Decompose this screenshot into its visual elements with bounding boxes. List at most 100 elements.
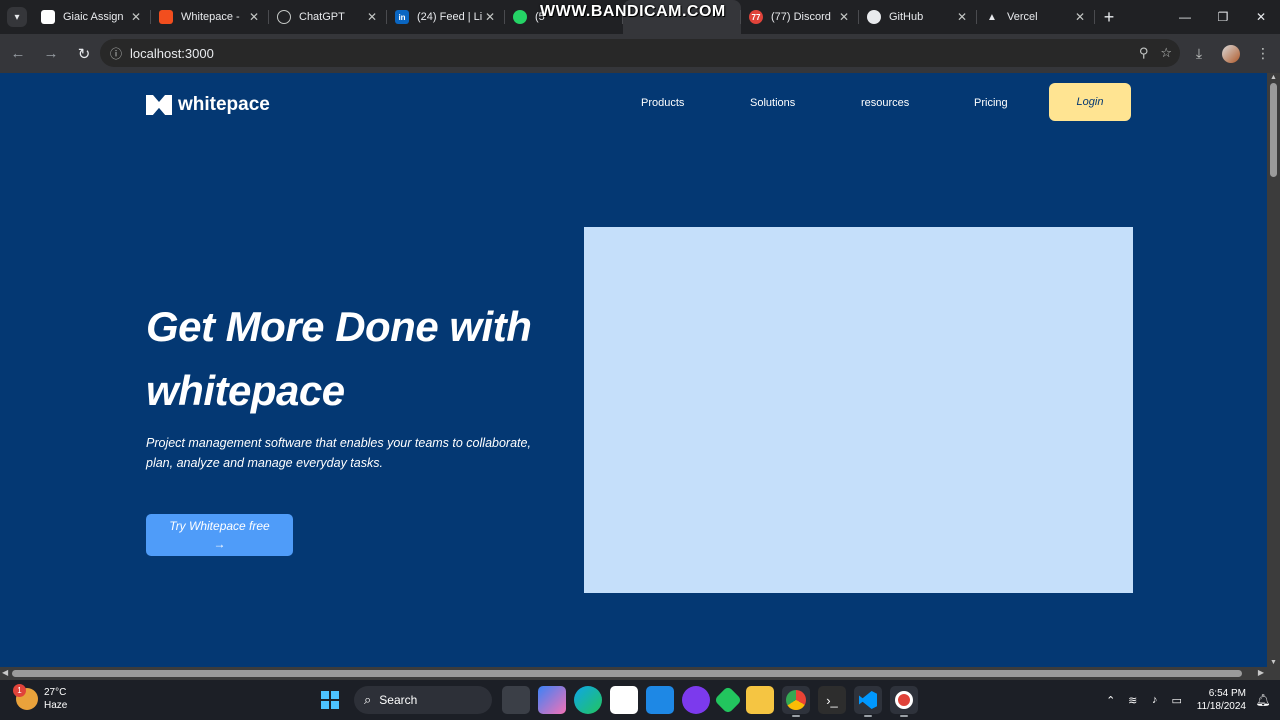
whitepace-logo-icon bbox=[146, 95, 172, 115]
profile-avatar-icon bbox=[1222, 44, 1240, 63]
whatsapp-favicon-icon bbox=[513, 10, 527, 24]
figma-favicon-icon bbox=[159, 10, 173, 24]
copilot-icon[interactable] bbox=[538, 686, 566, 714]
search-label: Search bbox=[379, 693, 418, 707]
browser-tab[interactable]: Giaic Assign ✕ bbox=[33, 0, 151, 34]
scroll-left-icon[interactable]: ◀ bbox=[2, 668, 8, 677]
chrome-icon[interactable] bbox=[782, 686, 810, 717]
vscode-icon[interactable] bbox=[854, 686, 882, 717]
battery-icon[interactable]: ▭ bbox=[1167, 694, 1187, 707]
github-favicon-icon bbox=[867, 10, 881, 24]
tab-title: Giaic Assign bbox=[63, 11, 124, 23]
browser-tab[interactable]: ▲ Vercel ✕ bbox=[977, 0, 1095, 34]
wifi-icon[interactable]: ≋ bbox=[1123, 694, 1143, 707]
menu-kebab-icon[interactable]: ⋮ bbox=[1248, 39, 1278, 69]
edge-icon[interactable] bbox=[574, 686, 602, 714]
try-free-button[interactable]: Try Whitepace free → bbox=[146, 514, 293, 556]
weather-condition: Haze bbox=[44, 700, 68, 711]
back-arrow-icon[interactable]: ← bbox=[3, 39, 33, 69]
window-controls: — ❐ ✕ bbox=[1166, 0, 1280, 34]
hero-subtitle: Project management software that enables… bbox=[146, 436, 531, 470]
vercel-favicon-icon: ▲ bbox=[987, 11, 997, 23]
system-tray: ⌃ ≋ ♪ ▭ 6:54 PM 11/18/2024 🔔︎ bbox=[1101, 680, 1280, 720]
brand-logo[interactable]: whitepace bbox=[146, 94, 270, 116]
minimize-icon[interactable]: — bbox=[1166, 0, 1204, 34]
windows-taskbar: 1 27°C Haze ⌕ Search ›_ ⌃ ≋ ♪ ▭ 6:54 PM … bbox=[0, 680, 1280, 720]
close-icon[interactable]: ✕ bbox=[365, 10, 379, 24]
hero-image-placeholder bbox=[584, 227, 1133, 593]
close-window-icon[interactable]: ✕ bbox=[1242, 0, 1280, 34]
notification-bell-icon[interactable]: 🔔︎ bbox=[1254, 693, 1272, 707]
horizontal-scrollbar[interactable]: ◀ ▶ bbox=[0, 667, 1280, 680]
close-icon[interactable]: ✕ bbox=[247, 10, 261, 24]
browser-tab[interactable]: 77 (77) Discord ✕ bbox=[741, 0, 859, 34]
scroll-up-icon[interactable]: ▲ bbox=[1270, 74, 1277, 81]
try-free-label: Try Whitepace free bbox=[169, 519, 270, 533]
nav-item-solutions[interactable]: Solutions bbox=[750, 97, 795, 109]
browser-toolbar: ← → ↻ ⓘ ⚲ ☆ ⤓ ⋮ bbox=[0, 34, 1280, 73]
clock-time: 6:54 PM bbox=[1208, 688, 1246, 699]
taskbar-clock[interactable]: 6:54 PM 11/18/2024 bbox=[1197, 687, 1246, 713]
windows-start-icon[interactable] bbox=[316, 686, 344, 714]
task-view-icon[interactable] bbox=[502, 686, 530, 714]
toolbar-actions: ⤓ ⋮ bbox=[1184, 34, 1280, 73]
url-input[interactable] bbox=[130, 45, 1030, 61]
restore-icon[interactable]: ❐ bbox=[1204, 0, 1242, 34]
browser-tab-strip: ▾ Giaic Assign ✕ Whitepace - ✕ ChatGPT ✕ in… bbox=[0, 0, 1280, 34]
close-icon[interactable]: ✕ bbox=[1073, 10, 1087, 24]
arrow-right-icon: → bbox=[213, 537, 226, 551]
login-button[interactable]: Login bbox=[1049, 83, 1131, 121]
zoom-icon[interactable]: ⚲ bbox=[1139, 45, 1149, 61]
scrollbar-thumb[interactable] bbox=[12, 670, 1242, 677]
discord-favicon-icon: 77 bbox=[749, 10, 763, 24]
notification-badge: 1 bbox=[13, 684, 26, 697]
close-icon[interactable]: ✕ bbox=[483, 10, 497, 24]
address-bar[interactable]: ⓘ ⚲ ☆ bbox=[100, 39, 1180, 67]
weather-text: 27°C Haze bbox=[44, 686, 67, 712]
profile-avatar-wrapper[interactable] bbox=[1216, 39, 1246, 69]
nav-item-resources[interactable]: resources bbox=[861, 97, 909, 109]
new-tab-icon[interactable]: + bbox=[1095, 3, 1123, 31]
forward-arrow-icon[interactable]: → bbox=[36, 39, 66, 69]
doc-favicon-icon bbox=[41, 10, 55, 24]
reload-icon[interactable]: ↻ bbox=[69, 39, 99, 69]
site-info-icon[interactable]: ⓘ bbox=[102, 45, 130, 62]
bandicam-record-icon[interactable] bbox=[890, 686, 918, 717]
close-icon[interactable]: ✕ bbox=[129, 10, 143, 24]
address-bar-actions: ⚲ ☆ bbox=[1139, 39, 1172, 67]
linkedin-favicon-icon: in bbox=[395, 10, 409, 24]
bookmark-star-icon[interactable]: ☆ bbox=[1160, 45, 1172, 61]
close-icon[interactable]: ✕ bbox=[837, 10, 851, 24]
volume-icon[interactable]: ♪ bbox=[1145, 694, 1165, 706]
mail-icon[interactable] bbox=[646, 686, 674, 714]
webpage-viewport: whitepace Products Solutions resources P… bbox=[0, 73, 1267, 667]
chevron-up-icon[interactable]: ⌃ bbox=[1101, 694, 1121, 707]
clock-date: 11/18/2024 bbox=[1196, 701, 1246, 712]
vertical-scrollbar[interactable]: ▲ ▼ bbox=[1267, 73, 1280, 667]
temperature: 27°C bbox=[44, 687, 67, 698]
chatgpt-favicon-icon bbox=[277, 10, 291, 24]
nav-item-pricing[interactable]: Pricing bbox=[974, 97, 1008, 109]
browser-tab[interactable]: ChatGPT ✕ bbox=[269, 0, 387, 34]
file-explorer-icon[interactable] bbox=[746, 686, 774, 714]
download-icon[interactable]: ⤓ bbox=[1184, 39, 1214, 69]
tab-title: Whitepace - bbox=[181, 11, 240, 23]
tab-search-dropdown-icon[interactable]: ▾ bbox=[7, 7, 27, 27]
scroll-down-icon[interactable]: ▼ bbox=[1270, 659, 1277, 666]
tab-title: (77) Discord bbox=[771, 11, 831, 23]
scroll-right-icon[interactable]: ▶ bbox=[1258, 668, 1264, 677]
nav-item-products[interactable]: Products bbox=[641, 97, 684, 109]
browser-tab[interactable]: Whitepace - ✕ bbox=[151, 0, 269, 34]
git-icon[interactable] bbox=[713, 685, 743, 715]
store-icon[interactable] bbox=[610, 686, 638, 714]
scrollbar-thumb[interactable] bbox=[1270, 83, 1277, 177]
browser-tab[interactable]: GitHub ✕ bbox=[859, 0, 977, 34]
github-desktop-icon[interactable] bbox=[682, 686, 710, 714]
taskbar-search[interactable]: ⌕ Search bbox=[354, 686, 492, 714]
weather-widget[interactable]: 1 27°C Haze bbox=[13, 684, 67, 712]
close-icon[interactable]: ✕ bbox=[955, 10, 969, 24]
browser-tab[interactable]: in (24) Feed | Li ✕ bbox=[387, 0, 505, 34]
terminal-icon[interactable]: ›_ bbox=[818, 686, 846, 714]
tab-title: GitHub bbox=[889, 11, 924, 23]
tab-title: Vercel bbox=[1007, 11, 1038, 23]
